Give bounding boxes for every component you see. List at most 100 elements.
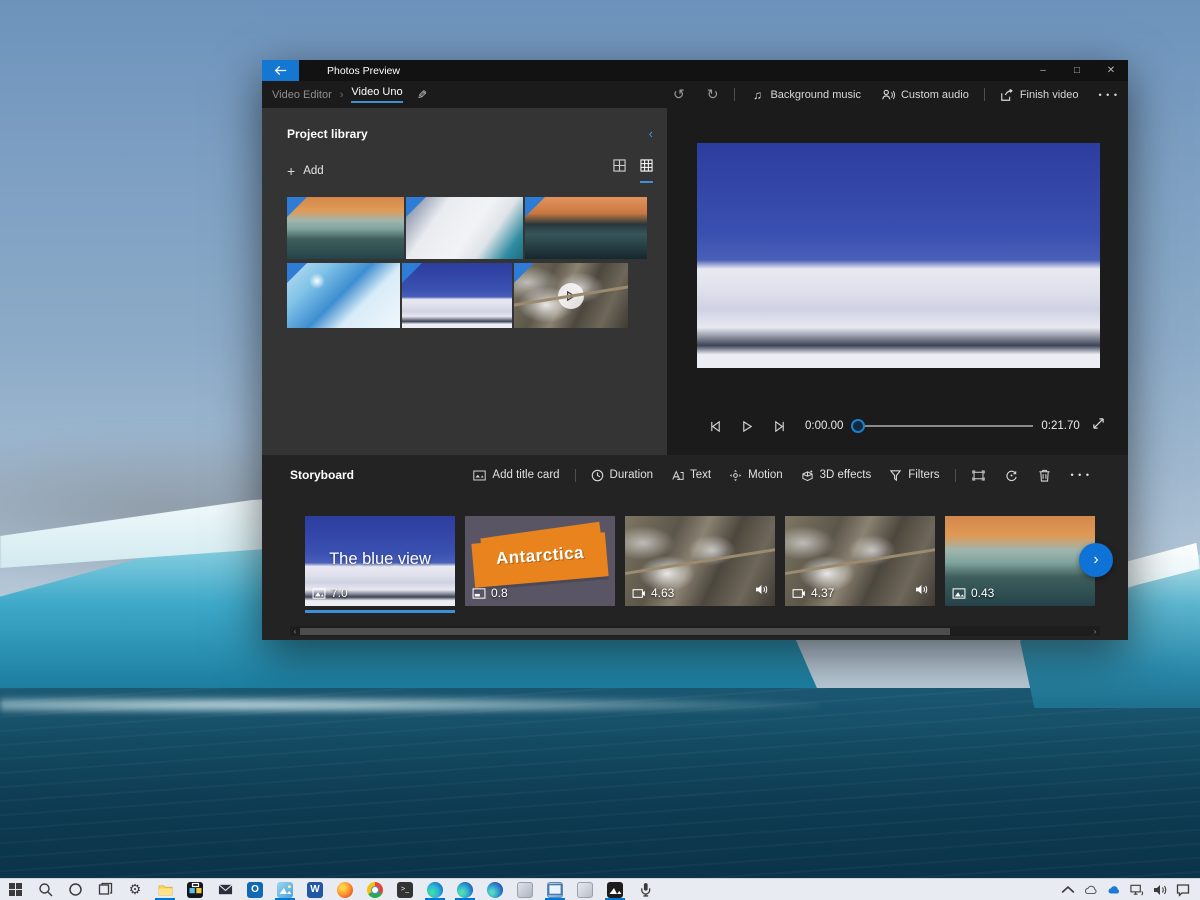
text-button[interactable]: Text (662, 469, 720, 482)
redo-button[interactable]: ↻ (696, 86, 730, 103)
storyboard-scrollbar: ‹ › (290, 626, 1100, 636)
thumbnail-ice-wall[interactable] (406, 197, 523, 259)
task-view-button[interactable] (90, 879, 120, 900)
audio-recorder-button[interactable] (630, 879, 660, 900)
toolbar-separator (954, 468, 956, 482)
firefox-button[interactable] (330, 879, 360, 900)
grid-large-view-button[interactable] (613, 159, 626, 183)
edge-icon (427, 881, 443, 898)
scrollbar-right-arrow[interactable]: › (1090, 627, 1100, 636)
project-library-panel: Project library ‹ + Add (262, 108, 667, 455)
fullscreen-button[interactable] (1092, 417, 1105, 435)
video-preview[interactable] (697, 143, 1100, 368)
clip-iceberg-sunset[interactable]: 0.43 (945, 516, 1095, 606)
onedrive-sync-icon[interactable] (1102, 879, 1125, 900)
seek-track (851, 425, 1034, 427)
collapse-panel-icon[interactable]: ‹ (649, 126, 653, 141)
settings-button[interactable]: ⚙ (120, 879, 150, 900)
photos-legacy-button[interactable] (600, 879, 630, 900)
more-options-button[interactable]: • • • (1089, 81, 1128, 108)
play-button[interactable] (731, 420, 763, 433)
resize-frame-button[interactable] (962, 469, 995, 482)
seek-thumb[interactable] (851, 419, 866, 433)
outlook-button[interactable]: O (240, 879, 270, 900)
chrome-button[interactable] (360, 879, 390, 900)
volume-icon[interactable] (1148, 879, 1171, 900)
delete-icon (1038, 469, 1050, 482)
onedrive-icon[interactable] (1079, 879, 1102, 900)
app-window-button[interactable] (540, 879, 570, 900)
rotate-icon (1005, 470, 1017, 481)
photos-icon (277, 881, 293, 898)
seek-slider[interactable] (851, 419, 1034, 433)
search-button[interactable] (30, 879, 60, 900)
add-media-button[interactable]: + Add (287, 163, 324, 179)
store-button[interactable] (180, 879, 210, 900)
task-view-icon (98, 882, 112, 895)
terminal-icon: >_ (397, 881, 413, 898)
storyboard-title: Storyboard (290, 468, 355, 482)
clip-the-blue-view[interactable]: The blue view 7.0 (305, 516, 455, 606)
edge-dev-button[interactable] (480, 879, 510, 900)
added-corner-badge (287, 197, 307, 217)
added-corner-badge (514, 263, 534, 283)
background-music-button[interactable]: ♫ Background music (740, 81, 871, 108)
thumbnail-iceberg-sunset-dark[interactable] (525, 197, 647, 259)
previous-frame-button[interactable] (699, 420, 731, 433)
duration-button[interactable]: Duration (582, 469, 662, 482)
grid-small-view-button[interactable] (640, 159, 653, 183)
mail-button[interactable] (210, 879, 240, 900)
network-icon[interactable] (1125, 879, 1148, 900)
storyboard-more-button[interactable]: • • • (1061, 470, 1100, 480)
undo-button[interactable]: ↺ (662, 86, 696, 103)
windows-logo-icon (8, 883, 22, 896)
thumbnail-snowy-mountain[interactable] (402, 263, 512, 328)
thumbnail-blue-ice-slope[interactable] (287, 263, 400, 328)
cortana-button[interactable] (60, 879, 90, 900)
thumbnail-iceberg-sunset-teal[interactable] (287, 197, 404, 259)
play-overlay-icon (558, 282, 584, 309)
finish-video-button[interactable]: Finish video (990, 81, 1089, 108)
clip-antarctica-title-card[interactable]: Antarctica 0.8 (465, 516, 615, 606)
rename-pencil-icon[interactable]: ✎ (417, 88, 427, 102)
app-gray-1-button[interactable] (510, 879, 540, 900)
breadcrumb-video-editor[interactable]: Video Editor (272, 89, 332, 101)
minimize-button[interactable]: – (1026, 60, 1060, 81)
add-title-card-button[interactable]: Add title card (464, 469, 568, 482)
close-button[interactable]: ✕ (1094, 60, 1128, 81)
clip-audio-icon (915, 582, 928, 600)
scrollbar-track[interactable] (300, 627, 1090, 636)
terminal-button[interactable]: >_ (390, 879, 420, 900)
maximize-button[interactable]: □ (1060, 60, 1094, 81)
word-button[interactable]: W (300, 879, 330, 900)
scrollbar-left-arrow[interactable]: ‹ (290, 627, 300, 636)
file-explorer-button[interactable] (150, 879, 180, 900)
action-center-icon[interactable] (1171, 879, 1194, 900)
scrollbar-thumb[interactable] (300, 627, 950, 635)
back-button[interactable] (262, 60, 299, 81)
text-icon (672, 469, 684, 480)
edge-beta-button[interactable] (450, 879, 480, 900)
photos-button[interactable] (270, 879, 300, 900)
title-card-icon (473, 470, 487, 480)
previous-frame-icon (710, 420, 720, 432)
filters-button[interactable]: Filters (880, 469, 948, 482)
rotate-button[interactable] (995, 469, 1028, 482)
breadcrumb-project-name[interactable]: Video Uno (351, 86, 403, 103)
clip-waterfall-video-2[interactable]: 4.37 (785, 516, 935, 606)
added-corner-badge (525, 197, 545, 217)
next-frame-button[interactable] (763, 420, 795, 433)
hidden-icons-chevron[interactable] (1056, 879, 1079, 900)
custom-audio-button[interactable]: Custom audio (871, 81, 979, 108)
app-gray-2-button[interactable] (570, 879, 600, 900)
delete-button[interactable] (1028, 469, 1061, 482)
3d-effects-button[interactable]: 3D effects (792, 469, 881, 482)
edge-button[interactable] (420, 879, 450, 900)
start-button[interactable] (0, 879, 30, 900)
scroll-clips-next-button[interactable]: › (1079, 543, 1113, 577)
thumbnail-waterfall-video[interactable] (514, 263, 628, 328)
motion-button[interactable]: Motion (720, 469, 792, 482)
clip-waterfall-video-1[interactable]: 4.63 (625, 516, 775, 606)
grid-small-icon (640, 159, 653, 172)
image-icon (312, 587, 326, 599)
